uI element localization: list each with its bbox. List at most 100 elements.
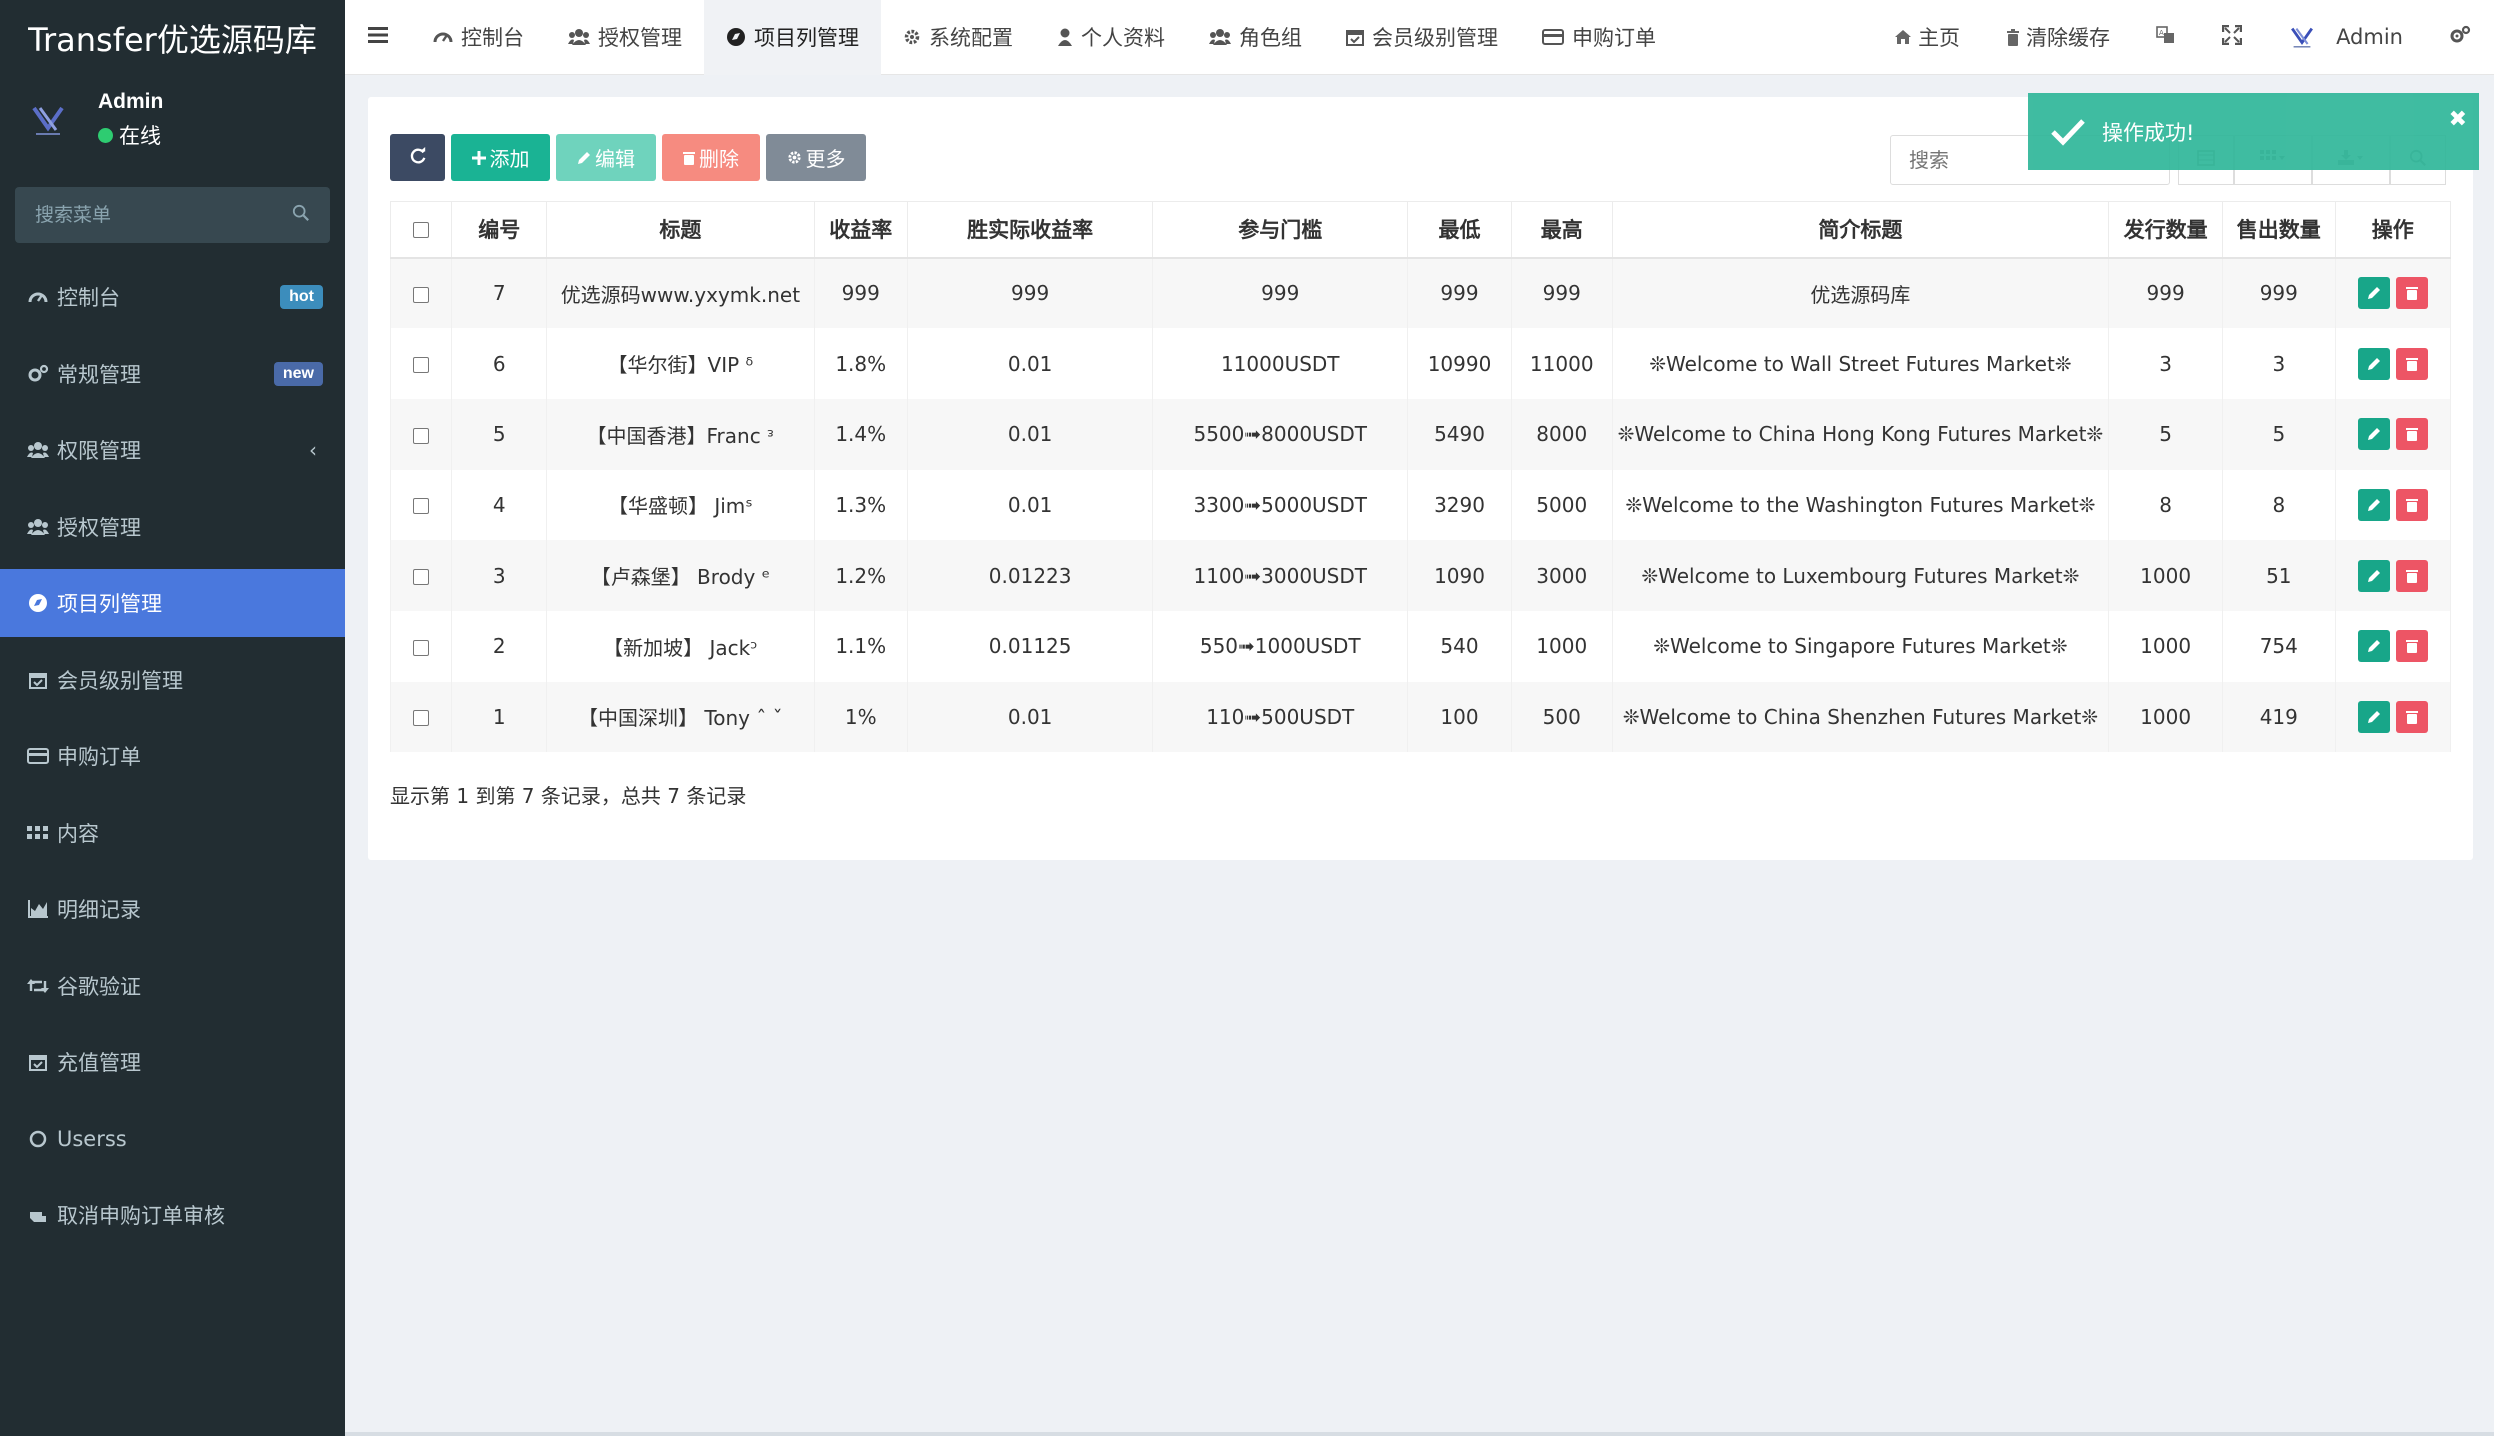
column-header[interactable]: 参与门槛 bbox=[1152, 201, 1409, 259]
select-all-checkbox[interactable] bbox=[413, 222, 430, 239]
column-header[interactable]: 最高 bbox=[1511, 201, 1613, 259]
sidebar-toggle-button[interactable] bbox=[345, 0, 411, 75]
row-delete-button[interactable] bbox=[2395, 700, 2428, 733]
row-checkbox[interactable] bbox=[413, 286, 430, 303]
home-link[interactable]: 主页 bbox=[1871, 0, 1983, 75]
sidebar-item-11[interactable]: Userss bbox=[0, 1105, 345, 1173]
sidebar-item-0[interactable]: 控制台 hot bbox=[0, 263, 345, 331]
table-cell: 1000 bbox=[2108, 540, 2224, 611]
search-icon[interactable] bbox=[292, 204, 310, 226]
row-edit-button[interactable] bbox=[2357, 488, 2390, 521]
row-delete-button[interactable] bbox=[2395, 488, 2428, 521]
row-checkbox[interactable] bbox=[413, 427, 430, 444]
row-edit-button[interactable] bbox=[2357, 700, 2390, 733]
column-header[interactable]: 编号 bbox=[451, 201, 548, 259]
row-checkbox[interactable] bbox=[413, 357, 430, 374]
column-header[interactable]: 售出数量 bbox=[2222, 201, 2336, 259]
row-edit-button[interactable] bbox=[2357, 347, 2390, 380]
fullscreen-button[interactable] bbox=[2199, 0, 2265, 75]
clear-cache-button[interactable]: 清除缓存 bbox=[1983, 0, 2133, 75]
table-header-row: 编号 标题 收益率 胜实际收益率 参与门槛 最低 最高 简介标题 发行数量 售出数量 操作 bbox=[389, 201, 2452, 259]
column-header[interactable]: 简介标题 bbox=[1612, 201, 2110, 259]
translate-icon[interactable]: A bbox=[2156, 25, 2176, 49]
sidebar-item-8[interactable]: 明细记录 bbox=[0, 875, 345, 943]
sidebar-item-12[interactable]: 取消申购订单审核 bbox=[0, 1181, 345, 1249]
sidebar-item-2[interactable]: 权限管理 ‹ bbox=[0, 416, 345, 484]
row-checkbox[interactable] bbox=[413, 569, 430, 586]
sidebar-item-label: 谷歌验证 bbox=[57, 974, 141, 999]
admin-menu[interactable]: Admin bbox=[2265, 0, 2426, 75]
sidebar-item-1[interactable]: 常规管理 new bbox=[0, 340, 345, 408]
svg-text:A: A bbox=[2159, 29, 2164, 37]
row-edit-button[interactable] bbox=[2357, 418, 2390, 451]
row-delete-button[interactable] bbox=[2395, 347, 2428, 380]
table-row[interactable]: 1 【中国深圳】 Tony ˆ ˇ 1% 0.01 110➟500USDT 100 500 ❊… bbox=[389, 681, 2452, 753]
tab-4[interactable]: 个人资料 bbox=[1035, 0, 1187, 75]
row-checkbox[interactable] bbox=[413, 710, 430, 727]
table-row[interactable]: 3 【卢森堡】 Brody ᵉ 1.2% 0.01223 1100➟3000USDT 10… bbox=[389, 540, 2452, 611]
add-button[interactable]: 添加 bbox=[451, 134, 550, 181]
tab-2[interactable]: 项目列管理 bbox=[704, 0, 881, 75]
row-delete-button[interactable] bbox=[2395, 630, 2428, 663]
row-checkbox[interactable] bbox=[413, 639, 430, 656]
table-row[interactable]: 6 【华尔街】VIP ᵟ 1.8% 0.01 11000USDT 10990 11000 ❊W… bbox=[389, 328, 2452, 399]
edit-button[interactable]: 编辑 bbox=[556, 134, 656, 181]
table-row[interactable]: 7 优选源码www.yxymk.net 999 999 999 999 999 优选源码库 99… bbox=[389, 257, 2452, 329]
table-row[interactable]: 5 【中国香港】Franc ᵌ 1.4% 0.01 5500➟8000USDT 5490 8… bbox=[389, 398, 2452, 470]
column-header[interactable]: 标题 bbox=[546, 201, 815, 259]
tab-0[interactable]: 控制台 bbox=[411, 0, 546, 75]
dashboard-icon bbox=[433, 28, 453, 46]
column-header[interactable]: 操作 bbox=[2335, 201, 2452, 259]
expand-icon[interactable] bbox=[2221, 24, 2243, 50]
tab-label: 项目列管理 bbox=[754, 26, 859, 50]
tab-5[interactable]: 角色组 bbox=[1187, 0, 1324, 75]
row-checkbox[interactable] bbox=[413, 498, 430, 515]
table-cell: 10990 bbox=[1407, 328, 1512, 399]
settings-button[interactable] bbox=[2426, 0, 2494, 75]
hamburger-icon[interactable] bbox=[368, 26, 388, 48]
online-dot-icon bbox=[98, 127, 113, 143]
column-header[interactable]: 发行数量 bbox=[2108, 201, 2224, 259]
column-header[interactable]: 最低 bbox=[1407, 201, 1512, 259]
table-cell: 999 bbox=[814, 257, 908, 329]
column-header[interactable]: 胜实际收益率 bbox=[907, 201, 1154, 259]
row-edit-button[interactable] bbox=[2357, 277, 2390, 310]
brand-title[interactable]: Transfer优选源码库 bbox=[0, 0, 345, 75]
sidebar-item-7[interactable]: 内容 bbox=[0, 799, 345, 867]
delete-button[interactable]: 删除 bbox=[662, 134, 760, 181]
cogs-icon[interactable] bbox=[2449, 25, 2471, 50]
table-cell: 999 bbox=[1511, 257, 1613, 329]
tab-label: 申购订单 bbox=[1572, 26, 1656, 50]
table-cell: 1000 bbox=[1511, 610, 1613, 682]
row-delete-button[interactable] bbox=[2395, 418, 2428, 451]
table-cell: 【中国香港】Franc ᵌ bbox=[546, 398, 815, 470]
tab-6[interactable]: 会员级别管理 bbox=[1324, 0, 1520, 75]
sidebar-item-5[interactable]: 会员级别管理 bbox=[0, 646, 345, 714]
content-panel: 添加 编辑 删除 更多 编号标题收益率胜实际 bbox=[368, 97, 2473, 860]
tab-1[interactable]: 授权管理 bbox=[546, 0, 704, 75]
sidebar-item-6[interactable]: 申购订单 bbox=[0, 722, 345, 790]
table-cell: 100 bbox=[1407, 681, 1512, 753]
more-button[interactable]: 更多 bbox=[766, 134, 866, 181]
table-row[interactable]: 2 【新加坡】 Jackᵓ 1.1% 0.01125 550➟1000USDT 540 10… bbox=[389, 610, 2452, 682]
sidebar-item-9[interactable]: 谷歌验证 bbox=[0, 952, 345, 1020]
refresh-button[interactable] bbox=[390, 134, 445, 181]
tab-3[interactable]: 系统配置 bbox=[881, 0, 1035, 75]
column-header[interactable]: 收益率 bbox=[814, 201, 908, 259]
row-edit-button[interactable] bbox=[2357, 559, 2390, 592]
sidebar-item-4[interactable]: 项目列管理 bbox=[0, 569, 345, 637]
close-icon[interactable]: ✖ bbox=[2449, 107, 2467, 132]
table-cell: 0.01 bbox=[907, 681, 1154, 753]
table-cell: 51 bbox=[2222, 540, 2336, 611]
translate-button[interactable]: A bbox=[2133, 0, 2199, 75]
row-select-cell bbox=[389, 328, 453, 399]
table-row[interactable]: 4 【华盛顿】 Jimˢ 1.3% 0.01 3300➟5000USDT 3290 5000… bbox=[389, 469, 2452, 541]
sidebar-search-input[interactable] bbox=[35, 204, 275, 226]
row-delete-button[interactable] bbox=[2395, 559, 2428, 592]
sidebar-item-3[interactable]: 授权管理 bbox=[0, 493, 345, 561]
sidebar-item-10[interactable]: 充值管理 bbox=[0, 1028, 345, 1096]
row-delete-button[interactable] bbox=[2395, 277, 2428, 310]
tab-7[interactable]: 申购订单 bbox=[1520, 0, 1678, 75]
retweet-icon bbox=[27, 975, 49, 997]
row-edit-button[interactable] bbox=[2357, 630, 2390, 663]
